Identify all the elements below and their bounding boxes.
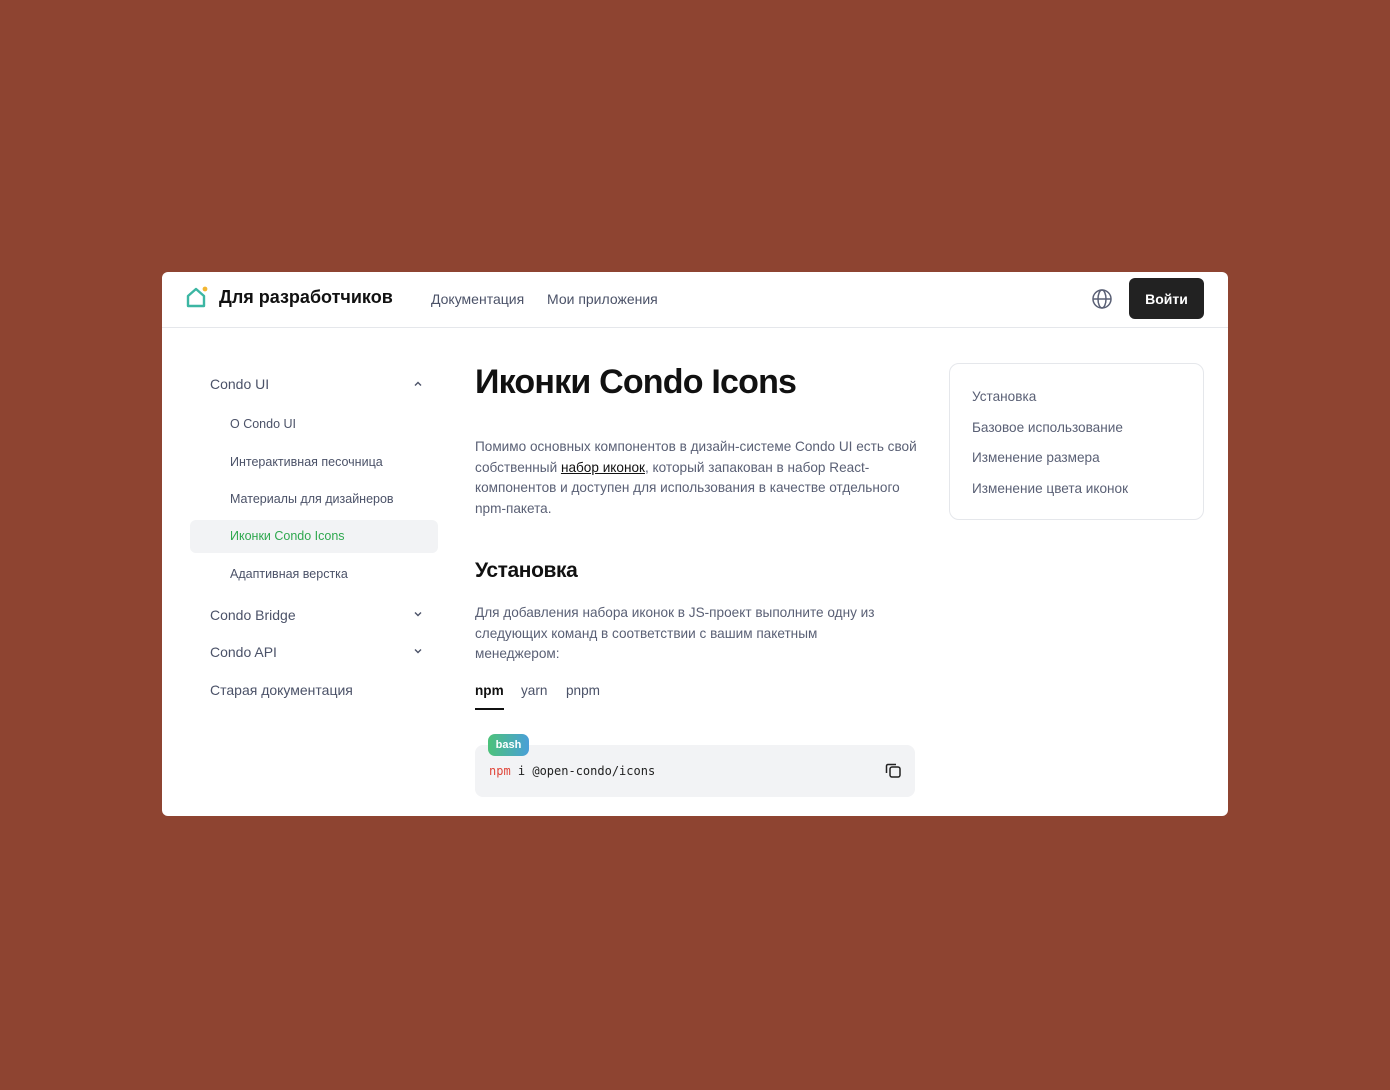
toc-item-color-change[interactable]: Изменение цвета иконок (972, 481, 1128, 496)
code-line[interactable]: npm i @open-condo/icons (489, 764, 655, 778)
tab-pnpm[interactable]: pnpm (566, 683, 600, 698)
sidebar-section-condo-api[interactable]: Condo API (210, 644, 277, 660)
install-heading: Установка (475, 559, 578, 582)
chevron-up-icon[interactable] (412, 378, 424, 390)
chevron-down-icon[interactable] (412, 645, 424, 657)
install-paragraph: Для добавления набора иконок в JS-проект… (475, 605, 875, 661)
brand-title[interactable]: Для разработчиков (219, 287, 393, 308)
page-title: Иконки Condo Icons (475, 363, 797, 401)
sidebar-item-designer-materials[interactable]: Материалы для дизайнеров (230, 492, 394, 506)
toc-item-basic-usage[interactable]: Базовое использование (972, 420, 1123, 435)
nav-my-apps[interactable]: Мои приложения (547, 291, 658, 307)
sidebar-section-old-docs[interactable]: Старая документация (210, 682, 353, 698)
nav-documentation[interactable]: Документация (431, 291, 524, 307)
copy-icon[interactable] (884, 761, 902, 779)
sidebar-item-adaptive-layout[interactable]: Адаптивная верстка (230, 567, 348, 581)
top-header: Для разработчиков Документация Мои прило… (162, 272, 1228, 328)
docs-window: Для разработчиков Документация Мои прило… (162, 272, 1228, 816)
globe-icon[interactable] (1091, 288, 1113, 310)
toc-item-resize[interactable]: Изменение размера (972, 450, 1100, 465)
intro-paragraph: Помимо основных компонентов в дизайн-сис… (475, 437, 925, 519)
icon-set-link[interactable]: набор иконок (561, 460, 645, 475)
sidebar-section-condo-ui[interactable]: Condo UI (210, 376, 269, 392)
sidebar-section-condo-bridge[interactable]: Condo Bridge (210, 607, 296, 623)
code-keyword: npm (489, 764, 511, 778)
tab-npm[interactable]: npm (475, 683, 504, 698)
sidebar-item-condo-icons[interactable]: Иконки Condo Icons (230, 529, 345, 543)
active-tab-indicator (475, 708, 504, 710)
sidebar-item-about-condo-ui[interactable]: О Condo UI (230, 417, 296, 431)
tab-yarn[interactable]: yarn (521, 683, 547, 698)
table-of-contents: Установка Базовое использование Изменени… (949, 363, 1204, 520)
toc-item-install[interactable]: Установка (972, 389, 1036, 404)
sidebar-item-sandbox[interactable]: Интерактивная песочница (230, 455, 383, 469)
language-badge: bash (488, 734, 529, 756)
house-icon[interactable] (184, 286, 208, 310)
code-rest: i @open-condo/icons (510, 764, 656, 778)
chevron-down-icon[interactable] (412, 608, 424, 620)
login-button[interactable]: Войти (1129, 278, 1204, 319)
